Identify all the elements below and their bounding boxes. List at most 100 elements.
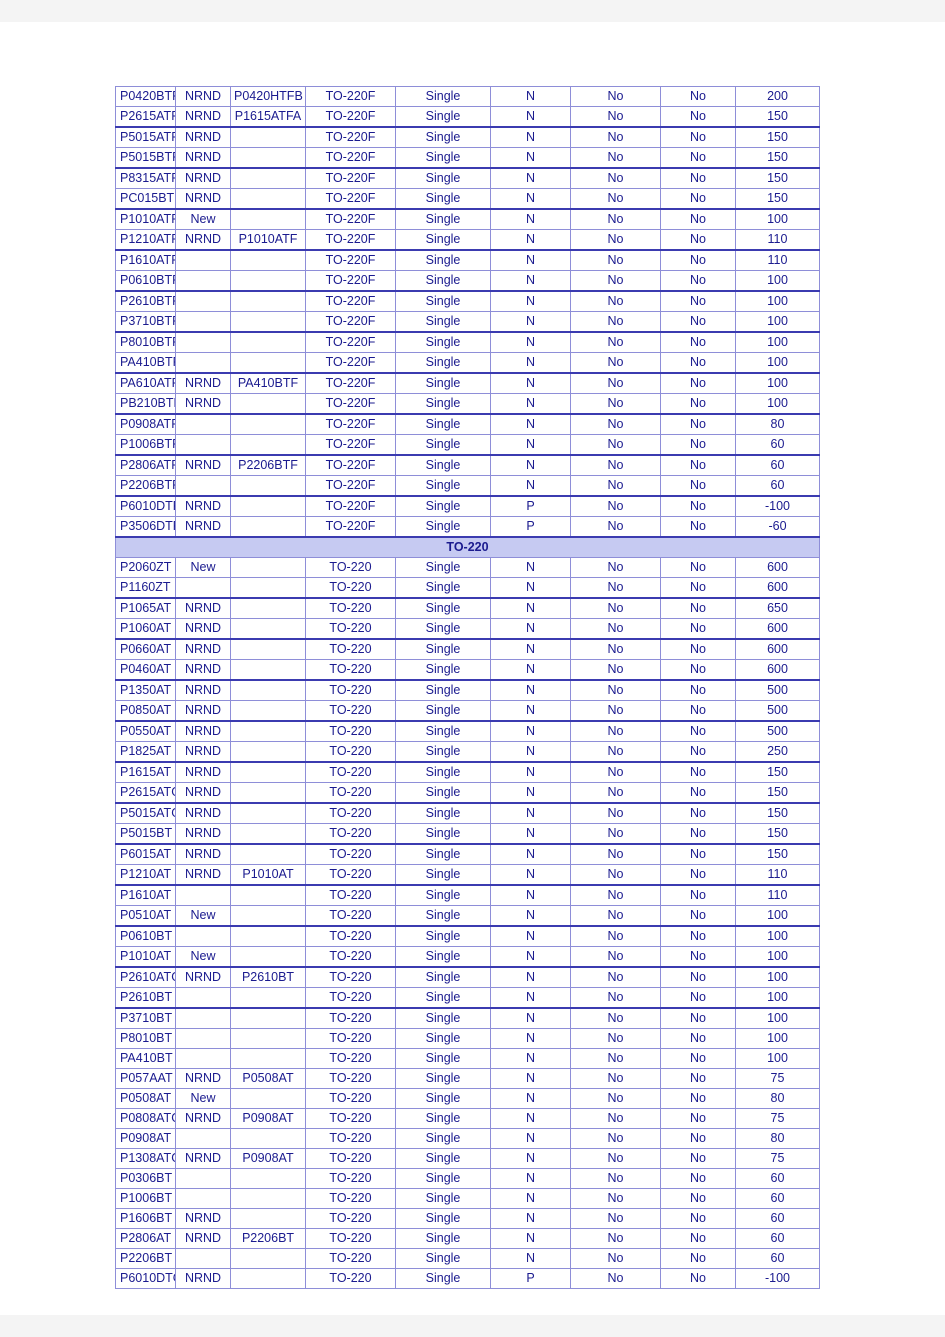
cell-part_number[interactable]: P1210ATF [115, 229, 176, 251]
table-row[interactable]: P2206BT TO-220 Single N No No 60 [115, 1248, 820, 1269]
cell-part_number[interactable]: P1825AT [115, 741, 176, 763]
cell-part_number[interactable]: P2206BTF [115, 475, 176, 497]
table-row[interactable]: P8010BT TO-220 Single N No No 100 [115, 1028, 820, 1049]
table-row[interactable]: P1006BT TO-220 Single N No No 60 [115, 1188, 820, 1209]
cell-part_number[interactable]: PC015BTF [115, 188, 176, 210]
table-row[interactable]: P8315ATF NRND TO-220F Single N No No 150 [115, 167, 820, 189]
table-row[interactable]: P0610BTF TO-220F Single N No No 100 [115, 270, 820, 292]
cell-part_number[interactable]: P0610BT [115, 925, 176, 947]
table-row[interactable]: P0510AT New TO-220 Single N No No 100 [115, 905, 820, 927]
cell-part_number[interactable]: P1160ZT [115, 577, 176, 599]
table-row[interactable]: PC015BTFNRNDTO-220FSingleNNoNo150 [115, 188, 820, 210]
table-row[interactable]: P0808ATG NRND P0908AT TO-220 Single N No No 75 [115, 1108, 820, 1129]
table-row[interactable]: P5015BTF NRND TO-220F Single N No No 150 [115, 147, 820, 169]
table-row[interactable]: P2806AT NRND P2206BT TO-220 Single N No No 60 [115, 1228, 820, 1249]
cell-part_number[interactable]: P0508AT [115, 1088, 176, 1109]
cell-part_number[interactable]: PB210BTF [115, 393, 176, 415]
table-row[interactable]: P0908ATF TO-220F Single N No No 80 [115, 413, 820, 435]
cell-part_number[interactable]: P1615AT [115, 761, 176, 783]
table-row[interactable]: P0550AT NRND TO-220 Single N No No 500 [115, 720, 820, 742]
table-row[interactable]: P0850AT NRND TO-220 Single N No No 500 [115, 700, 820, 722]
cell-part_number[interactable]: P8010BT [115, 1028, 176, 1049]
cell-part_number[interactable]: P2806ATF [115, 454, 176, 476]
cell-part_number[interactable]: P2615ATFG [115, 106, 176, 128]
table-row[interactable]: P1350AT NRND TO-220 Single N No No 500 [115, 679, 820, 701]
cell-part_number[interactable]: P0460AT [115, 659, 176, 681]
cell-part_number[interactable]: P8010BTF [115, 331, 176, 353]
table-row[interactable]: P6010DTGNRNDTO-220SinglePNoNo-100 [115, 1268, 820, 1289]
cell-part_number[interactable]: PA610ATF [115, 372, 176, 394]
table-row[interactable]: P1210ATF NRND P1010ATF TO-220F Single N No No 11… [115, 229, 820, 251]
table-row[interactable]: P2806ATF NRND P2206BTF TO-220F Single N No No 60 [115, 454, 820, 476]
cell-part_number[interactable]: P1010ATF [115, 208, 176, 230]
table-row[interactable]: P2615ATG NRND TO-220 Single N No No 150 [115, 782, 820, 804]
table-row[interactable]: P2610ATG NRND P2610BT TO-220 Single N No No 100 [115, 966, 820, 988]
cell-part_number[interactable]: P2806AT [115, 1228, 176, 1249]
table-row[interactable]: P0908AT TO-220 Single N No No 80 [115, 1128, 820, 1149]
cell-part_number[interactable]: P0908AT [115, 1128, 176, 1149]
cell-part_number[interactable]: P5015ATG [115, 802, 176, 824]
table-row[interactable]: P2206BTF TO-220F Single N No No 60 [115, 475, 820, 497]
table-row[interactable]: PA410BTF TO-220F Single N No No 100 [115, 352, 820, 374]
cell-part_number[interactable]: P1308ATG [115, 1148, 176, 1169]
cell-part_number[interactable]: P6015AT [115, 843, 176, 865]
cell-part_number[interactable]: P3506DTF [115, 516, 176, 538]
table-row[interactable]: P1010AT New TO-220 Single N No No 100 [115, 946, 820, 968]
table-row[interactable]: P0420BTF NRND P0420HTFB TO-220F Single N No No 2… [115, 86, 820, 107]
table-row[interactable]: P8010BTF TO-220F Single N No No 100 [115, 331, 820, 353]
cell-part_number[interactable]: P0660AT [115, 638, 176, 660]
table-row[interactable]: P1210AT NRND P1010AT TO-220 Single N No No 110 [115, 864, 820, 886]
cell-part_number[interactable]: P6010DTFG [115, 495, 176, 517]
table-row[interactable]: P2610BTF TO-220F Single N No No 100 [115, 290, 820, 312]
table-row[interactable]: P3710BT TO-220 Single N No No 100 [115, 1007, 820, 1029]
table-row[interactable]: P1615AT NRND TO-220 Single N No No 150 [115, 761, 820, 783]
table-row[interactable]: P6010DTFGNRNDTO-220FSinglePNoNo-100 [115, 495, 820, 517]
cell-part_number[interactable]: P5015ATF [115, 126, 176, 148]
cell-part_number[interactable]: PA410BT [115, 1048, 176, 1069]
cell-part_number[interactable]: P2610ATG [115, 966, 176, 988]
table-row[interactable]: P5015ATF NRND TO-220F Single N No No 150 [115, 126, 820, 148]
cell-part_number[interactable]: P3710BTF [115, 311, 176, 333]
cell-part_number[interactable]: P0908ATF [115, 413, 176, 435]
table-row[interactable]: P2060ZT New TO-220 Single N No No 600 [115, 557, 820, 578]
table-row[interactable]: P1065AT NRND TO-220 Single N No No 650 [115, 597, 820, 619]
table-row[interactable]: P1610AT TO-220 Single N No No 110 [115, 884, 820, 906]
cell-part_number[interactable]: P2610BTF [115, 290, 176, 312]
cell-part_number[interactable]: P8315ATF [115, 167, 176, 189]
cell-part_number[interactable]: P2060ZT [115, 557, 176, 578]
cell-part_number[interactable]: P1610AT [115, 884, 176, 906]
table-row[interactable]: P1160ZT TO-220 Single N No No 600 [115, 577, 820, 599]
table-row[interactable]: P1606BT NRND TO-220 Single N No No 60 [115, 1208, 820, 1229]
cell-part_number[interactable]: P2615ATG [115, 782, 176, 804]
cell-part_number[interactable]: P057AAT [115, 1068, 176, 1089]
cell-part_number[interactable]: P0420BTF [115, 86, 176, 107]
cell-part_number[interactable]: P1350AT [115, 679, 176, 701]
cell-part_number[interactable]: P5015BTF [115, 147, 176, 169]
table-row[interactable]: P0306BT TO-220 Single N No No 60 [115, 1168, 820, 1189]
table-row[interactable]: P2610BT TO-220 Single N No No 100 [115, 987, 820, 1009]
table-row[interactable]: P0460AT NRND TO-220 Single N No No 600 [115, 659, 820, 681]
cell-part_number[interactable]: P0306BT [115, 1168, 176, 1189]
table-row[interactable]: PB210BTF NRND TO-220F Single N No No 100 [115, 393, 820, 415]
cell-part_number[interactable]: P1065AT [115, 597, 176, 619]
cell-part_number[interactable]: P1006BTF [115, 434, 176, 456]
cell-part_number[interactable]: P0808ATG [115, 1108, 176, 1129]
table-row[interactable]: P3710BTF TO-220F Single N No No 100 [115, 311, 820, 333]
table-row[interactable]: P1825AT NRND TO-220 Single N No No 250 [115, 741, 820, 763]
table-row[interactable]: P1010ATF New TO-220F Single N No No 100 [115, 208, 820, 230]
cell-part_number[interactable]: P2206BT [115, 1248, 176, 1269]
cell-part_number[interactable]: P1010AT [115, 946, 176, 968]
cell-part_number[interactable]: P3710BT [115, 1007, 176, 1029]
cell-part_number[interactable]: P1210AT [115, 864, 176, 886]
cell-part_number[interactable]: P1610ATF [115, 249, 176, 271]
cell-part_number[interactable]: P2610BT [115, 987, 176, 1009]
table-row[interactable]: PA410BT TO-220 Single N No No 100 [115, 1048, 820, 1069]
cell-part_number[interactable]: P6010DTG [115, 1268, 176, 1289]
table-row[interactable]: P057AAT NRND P0508AT TO-220 Single N No No 75 [115, 1068, 820, 1089]
table-row[interactable]: PA610ATF NRND PA410BTF TO-220F Single N No No 10… [115, 372, 820, 394]
cell-part_number[interactable]: P1006BT [115, 1188, 176, 1209]
table-row[interactable]: P6015AT NRND TO-220 Single N No No 150 [115, 843, 820, 865]
cell-part_number[interactable]: P1606BT [115, 1208, 176, 1229]
table-row[interactable]: P1610ATF TO-220F Single N No No 110 [115, 249, 820, 271]
table-row[interactable]: P5015ATG NRND TO-220 Single N No No 150 [115, 802, 820, 824]
